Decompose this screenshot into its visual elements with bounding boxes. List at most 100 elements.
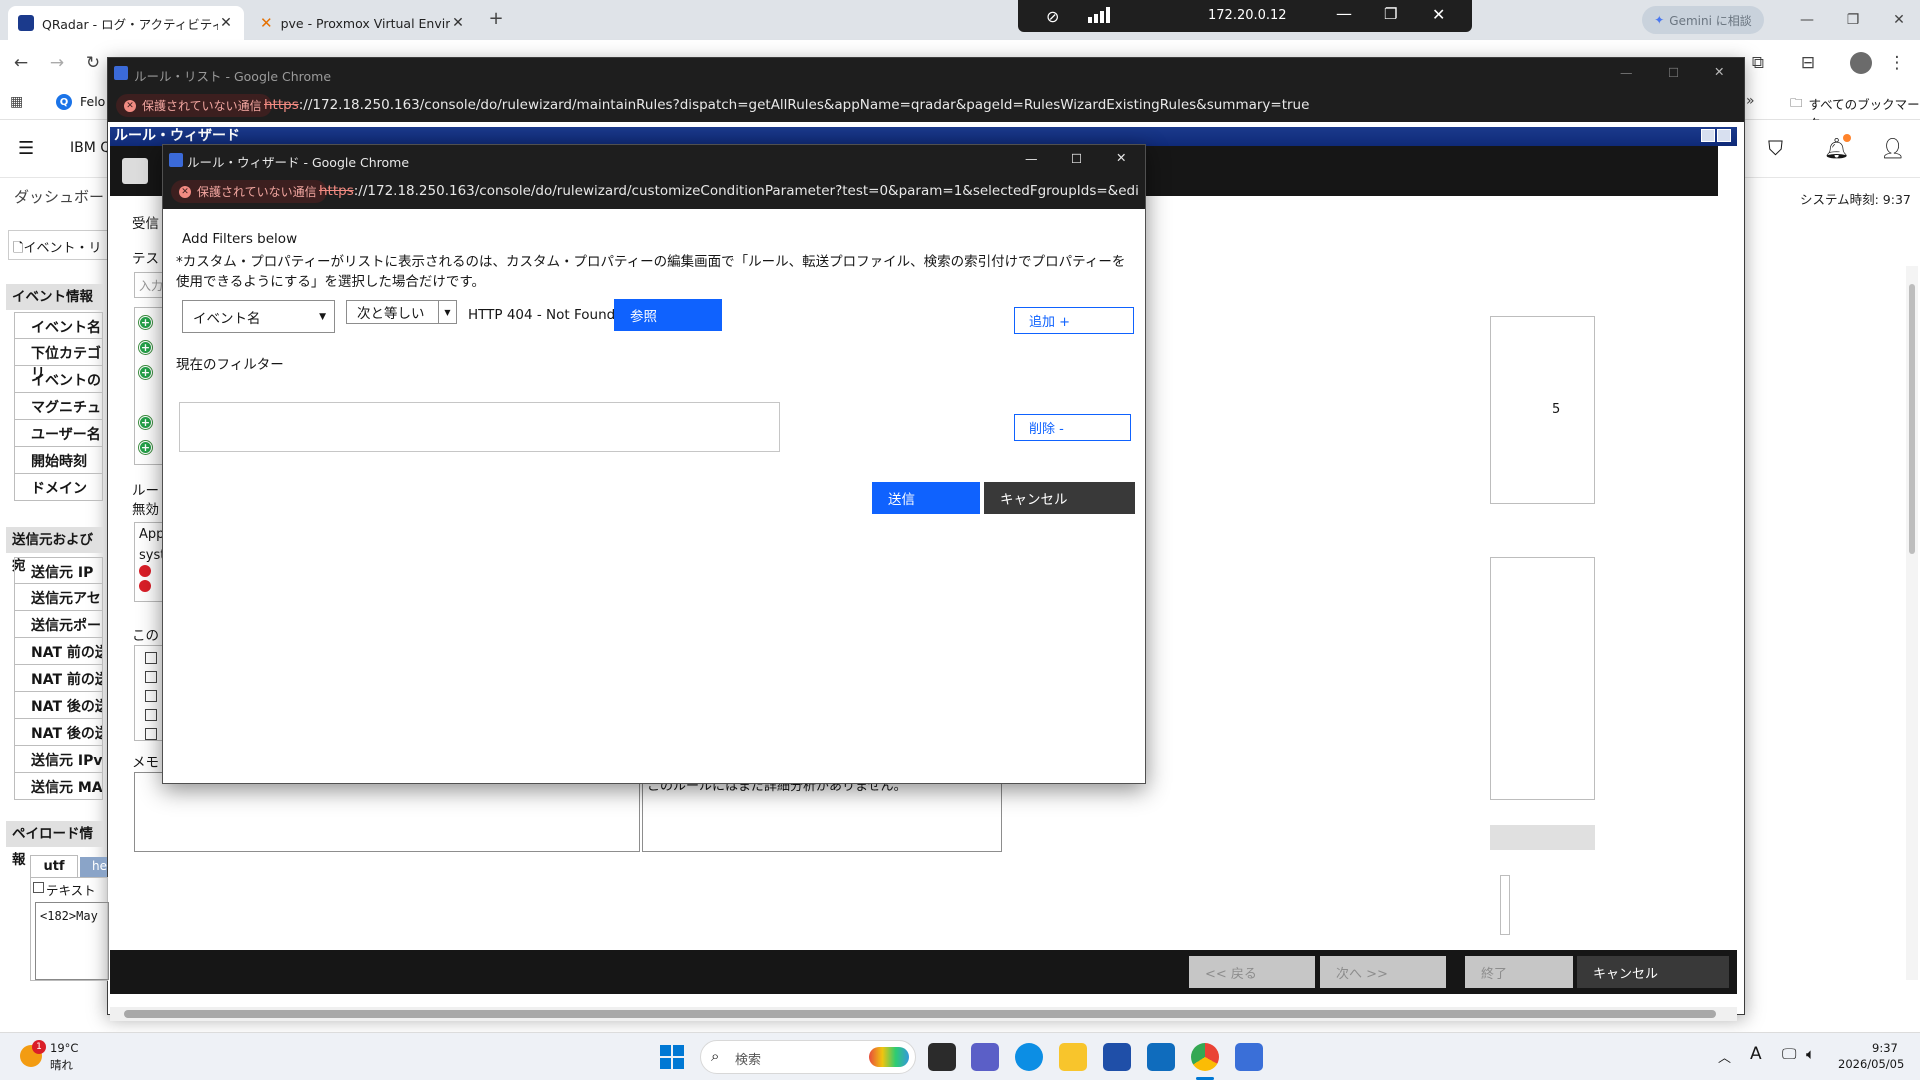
teams-icon[interactable] <box>971 1043 999 1071</box>
current-filters-list[interactable] <box>179 402 780 452</box>
reload-icon[interactable]: ↻ <box>82 52 104 74</box>
close-tab-icon[interactable]: ✕ <box>450 15 466 31</box>
tree-item-icon[interactable] <box>145 652 157 664</box>
add-test-icon[interactable]: + <box>139 416 152 429</box>
event-info-header: イベント情報 <box>6 284 103 310</box>
tree-item-icon[interactable] <box>145 671 157 683</box>
windows-start-icon[interactable] <box>660 1045 684 1069</box>
gemini-button[interactable]: ✦ Gemini に相談 <box>1642 6 1764 34</box>
weather-desc[interactable]: 晴れ <box>50 1057 73 1073</box>
profile-avatar[interactable] <box>1850 52 1872 74</box>
event-info-row: 開始時刻 <box>14 447 103 474</box>
memo-textarea[interactable] <box>134 772 640 852</box>
add-test-icon[interactable]: + <box>139 441 152 454</box>
remove-button[interactable]: 削除 - <box>1014 414 1131 441</box>
menu-kebab-icon[interactable]: ⋮ <box>1886 52 1908 74</box>
close-window-button[interactable]: ✕ <box>1876 0 1920 40</box>
browse-button[interactable]: 参照 <box>614 299 722 331</box>
rdp-close-button[interactable]: ✕ <box>1432 5 1445 24</box>
app-switcher-icon[interactable]: ⛉ <box>1768 136 1783 160</box>
outlook-icon[interactable] <box>1147 1043 1175 1071</box>
horizontal-scrollbar[interactable] <box>110 1007 1737 1021</box>
add-button[interactable]: 追加 + <box>1014 307 1134 334</box>
remote-desktop-icon[interactable] <box>1235 1043 1263 1071</box>
condition-addressbar[interactable]: ✕ 保護されていない通信 https://172.18.250.163/cons… <box>163 175 1145 209</box>
source-info-row: NAT 前の送 <box>14 638 103 665</box>
clock-date[interactable]: 2026/05/05 <box>1838 1057 1904 1071</box>
add-test-icon[interactable]: + <box>139 341 152 354</box>
cancel-button[interactable]: キャンセル <box>1577 956 1729 988</box>
checkbox[interactable] <box>33 882 44 893</box>
operator-select[interactable]: 次と等しい ▼ <box>346 300 457 324</box>
rdp-minimize-button[interactable]: — <box>1336 4 1352 23</box>
event-list-tab[interactable]: 🗋イベント・リ <box>8 230 108 260</box>
tree-item-icon[interactable] <box>145 728 157 740</box>
extensions-icon[interactable]: ⧉ <box>1747 52 1769 74</box>
source-info-row: NAT 後の送 <box>14 719 103 746</box>
finish-button[interactable]: 終了 <box>1465 956 1573 988</box>
minimize-button[interactable]: — <box>1620 65 1633 80</box>
tab-qradar[interactable]: QRadar - ログ・アクティビティー ✕ <box>8 6 244 40</box>
minimize-button[interactable]: — <box>1784 0 1830 40</box>
edge-icon[interactable] <box>1015 1043 1043 1071</box>
close-window-button[interactable]: ✕ <box>1116 150 1126 165</box>
minimize-button[interactable]: — <box>1025 151 1038 166</box>
back-icon[interactable]: ← <box>10 52 32 74</box>
unpin-icon[interactable]: ⊘ <box>1046 7 1059 26</box>
network-icon[interactable]: 🖵︎ <box>1782 1045 1796 1063</box>
tree-item-icon[interactable] <box>145 709 157 721</box>
store-icon[interactable] <box>1103 1043 1131 1071</box>
volume-icon[interactable]: 🔈︎ <box>1806 1045 1815 1063</box>
close-window-button[interactable]: ✕ <box>1714 64 1724 79</box>
apps-grid-icon[interactable]: ▦ <box>10 94 23 110</box>
hamburger-menu-icon[interactable]: ☰ <box>18 138 34 159</box>
page-scrollbar[interactable] <box>1906 266 1918 980</box>
tab-dashboard[interactable]: ダッシュボー <box>14 186 104 207</box>
maximize-button[interactable]: ☐ <box>1071 151 1082 166</box>
tab-utf[interactable]: utf <box>30 855 78 877</box>
event-info-row: イベント名 <box>14 312 103 339</box>
cancel-button[interactable]: キャンセル <box>984 482 1135 514</box>
remove-icon[interactable] <box>139 565 151 577</box>
rule-list-addressbar[interactable]: ✕ 保護されていない通信 https://172.18.250.163/cons… <box>108 89 1744 122</box>
plain-text-option[interactable]: テキスト <box>33 880 96 899</box>
insecure-badge[interactable]: ✕ 保護されていない通信 <box>171 180 327 203</box>
chrome-icon[interactable] <box>1191 1043 1219 1071</box>
property-select[interactable]: イベント名 ▼ <box>182 300 335 333</box>
scrollbar-thumb[interactable] <box>124 1010 1716 1018</box>
back-button[interactable]: << 戻る <box>1189 956 1315 988</box>
add-test-icon[interactable]: + <box>139 316 152 329</box>
tab-hex[interactable]: he <box>80 857 107 877</box>
more-bookmarks-icon[interactable]: » <box>1746 93 1755 109</box>
close-tab-icon[interactable]: ✕ <box>218 15 234 31</box>
file-explorer-icon[interactable] <box>1059 1043 1087 1071</box>
rule-label: ルー <box>132 483 159 499</box>
add-test-icon[interactable]: + <box>139 366 152 379</box>
next-button[interactable]: 次へ >> <box>1320 956 1446 988</box>
tab-proxmox[interactable]: ✕ pve - Proxmox Virtual Environm ✕ <box>250 6 476 40</box>
submit-button[interactable]: 送信 <box>872 482 980 514</box>
event-info-row: マグニチュ <box>14 393 103 420</box>
rdp-restore-button[interactable]: ❐ <box>1384 5 1397 23</box>
restore-button[interactable]: ❐ <box>1830 0 1876 40</box>
bookmark-felo[interactable]: Felo <box>80 94 105 109</box>
chevron-up-icon[interactable]: ︿ <box>1718 1047 1731 1066</box>
weather-temp[interactable]: 19°C <box>50 1041 78 1055</box>
maximize-small-icon[interactable] <box>1717 129 1731 142</box>
remove-icon[interactable] <box>139 580 151 592</box>
signal-strength-icon[interactable] <box>1088 7 1110 23</box>
user-icon[interactable]: 👤︎ <box>1880 136 1905 160</box>
ime-indicator[interactable]: A <box>1750 1044 1762 1064</box>
tab-search-icon[interactable]: ⊟ <box>1797 52 1819 74</box>
restore-small-icon[interactable] <box>1701 129 1715 142</box>
insecure-badge[interactable]: ✕ 保護されていない通信 <box>116 94 272 117</box>
clock-time[interactable]: 9:37 <box>1872 1041 1898 1055</box>
source-info-list: 送信元 IP 送信元アセ 送信元ポー NAT 前の送 NAT 前の送 NAT 後… <box>14 557 103 800</box>
task-view-icon[interactable] <box>928 1043 956 1071</box>
taskbar-search[interactable]: ⌕ 検索 <box>700 1040 916 1074</box>
tree-item-icon[interactable] <box>145 690 157 702</box>
scrollbar-thumb[interactable] <box>1909 284 1915 554</box>
forward-icon[interactable]: → <box>46 52 68 74</box>
maximize-button[interactable]: ☐ <box>1668 65 1679 80</box>
new-tab-button[interactable]: + <box>484 8 508 32</box>
